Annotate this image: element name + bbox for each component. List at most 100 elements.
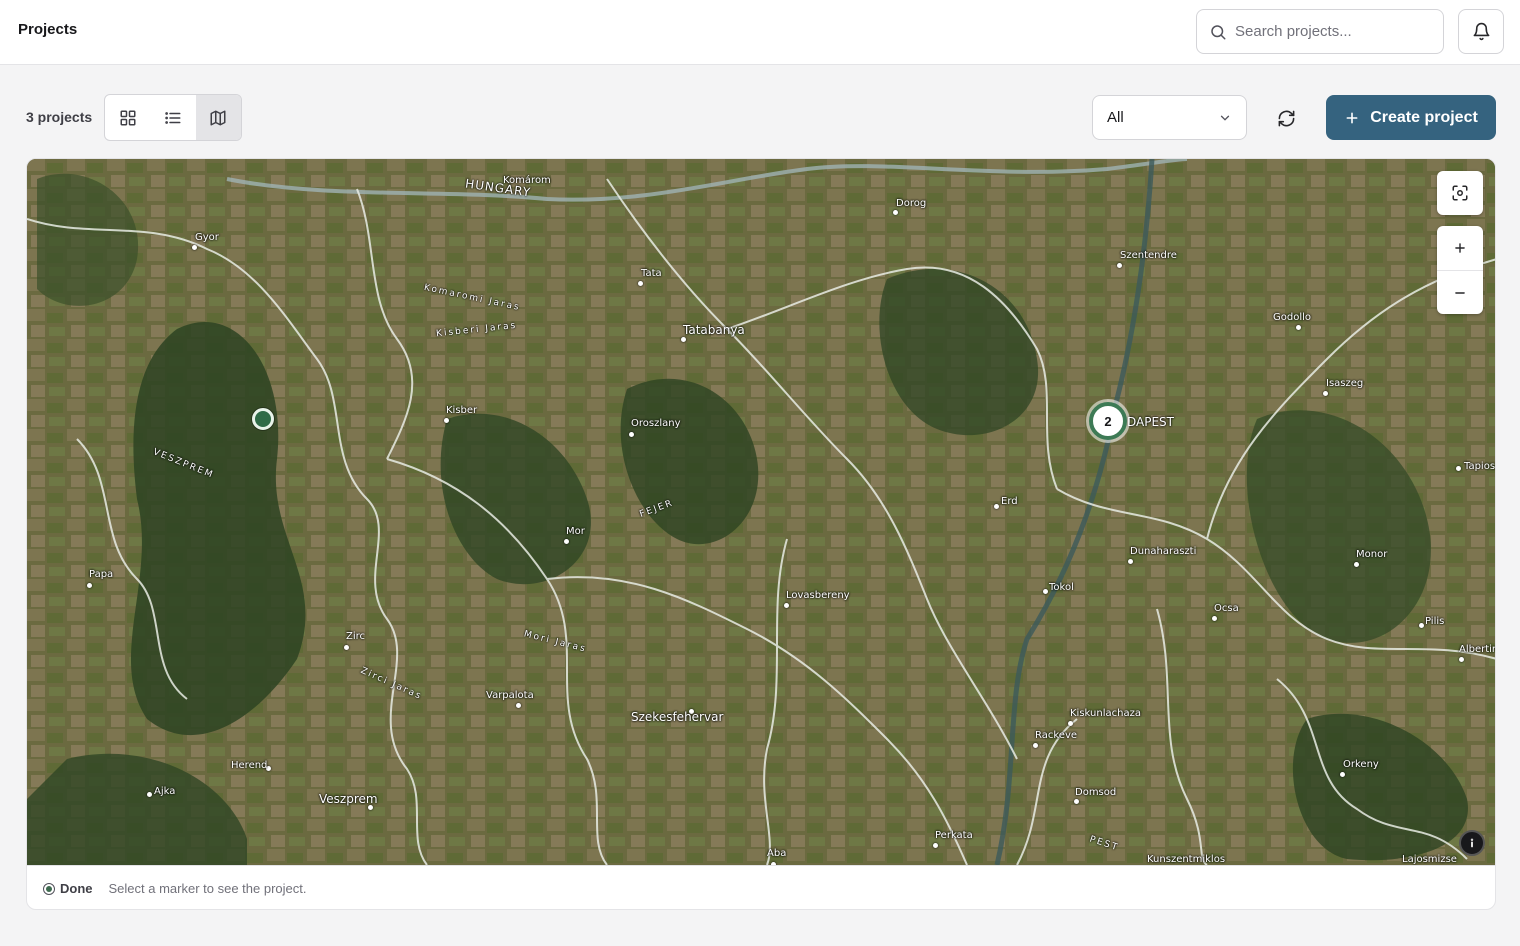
map-label-oroszlany: Oroszlany <box>631 418 681 429</box>
map-label-lajosmizse: Lajosmizse <box>1402 854 1457 865</box>
view-toggle <box>104 94 242 141</box>
map-label-monor: Monor <box>1356 549 1388 560</box>
map-label-godollo: Godollo <box>1273 312 1312 323</box>
map-label-kunszentmiklos: Kunszentmiklos <box>1147 854 1226 865</box>
map-label-kiskunlachaza: Kiskunlachaza <box>1070 708 1141 719</box>
search-box[interactable] <box>1196 9 1444 54</box>
map-dot <box>1043 589 1048 594</box>
fit-bounds-button[interactable] <box>1437 171 1483 215</box>
map-dot <box>1068 721 1073 726</box>
map-dot <box>344 645 349 650</box>
map-dot <box>681 337 686 342</box>
notifications-button[interactable] <box>1458 9 1504 54</box>
search-icon <box>1211 24 1226 39</box>
map-label-perkata: Perkata <box>935 830 973 841</box>
legend-status-label: Done <box>60 881 93 896</box>
zoom-control <box>1437 226 1483 314</box>
create-project-button[interactable]: Create project <box>1326 95 1496 140</box>
map-label-rackeve: Rackeve <box>1035 730 1078 741</box>
map-label-erd: Erd <box>1001 496 1018 507</box>
map-label-orkeny: Orkeny <box>1343 759 1379 770</box>
status-filter-select[interactable]: All <box>1092 95 1247 140</box>
map-dot <box>1340 772 1345 777</box>
map-label-gyor: Gyor <box>195 232 219 243</box>
list-view-button[interactable] <box>150 95 195 140</box>
map-label-varpalota: Varpalota <box>486 690 534 701</box>
map-dot <box>1354 562 1359 567</box>
attribution-button[interactable] <box>1459 830 1485 856</box>
page-title: Projects <box>18 21 78 38</box>
refresh-button[interactable] <box>1266 98 1306 138</box>
map-dot <box>1033 743 1038 748</box>
project-marker[interactable] <box>252 408 274 430</box>
legend-hint: Select a marker to see the project. <box>108 881 307 896</box>
map-dot <box>1456 466 1461 471</box>
map-label-isaszeg: Isaszeg <box>1326 378 1364 389</box>
map-dot <box>1212 616 1217 621</box>
map-label-mor: Mor <box>566 526 585 537</box>
map-label-herend: Herend <box>231 760 268 771</box>
map-dot <box>638 281 643 286</box>
map-label-ajka: Ajka <box>154 786 176 797</box>
map-label-lovasbereny: Lovasbereny <box>786 590 850 601</box>
map-label-papa: Papa <box>89 569 114 580</box>
plus-icon <box>1346 112 1358 123</box>
refresh-icon <box>1278 110 1294 126</box>
map-label-kisber: Kisber <box>446 405 478 416</box>
top-bar: Projects <box>0 0 1520 65</box>
grid-view-button[interactable] <box>105 95 150 140</box>
map-dot <box>564 539 569 544</box>
info-icon <box>1470 838 1474 848</box>
grid-icon <box>120 110 136 125</box>
map-dot <box>1128 559 1133 564</box>
zoom-out-button[interactable] <box>1437 270 1483 314</box>
create-project-label: Create project <box>1370 108 1478 126</box>
map-dot <box>192 245 197 250</box>
map-dot <box>1419 623 1424 628</box>
search-input[interactable] <box>1235 23 1425 40</box>
map-dot <box>1074 799 1079 804</box>
chevron-down-icon <box>1220 115 1230 121</box>
map-dot <box>444 418 449 423</box>
map-label-pilis: Pilis <box>1425 616 1445 627</box>
map-dot <box>893 210 898 215</box>
focus-icon <box>1452 185 1468 201</box>
map-dot <box>784 603 789 608</box>
list-icon <box>165 111 181 124</box>
zoom-in-button[interactable] <box>1437 226 1483 270</box>
map-dot <box>994 504 999 509</box>
map-dot <box>516 703 521 708</box>
map-dot <box>1296 325 1301 330</box>
map-label-tata: Tata <box>641 268 662 279</box>
done-status-icon <box>43 882 55 895</box>
map-card: Komárom HUNGARY Dorog Gyor Tata Szentend… <box>26 158 1496 910</box>
map-legend: Done Select a marker to see the project. <box>27 865 1495 909</box>
map-dot <box>933 843 938 848</box>
map-label-tatabanya: Tatabanya <box>683 323 745 337</box>
map-label-domsod: Domsod <box>1075 787 1117 798</box>
map-label-ocsa: Ocsa <box>1214 603 1239 614</box>
map-label-zirc: Zirc <box>346 631 366 642</box>
project-count: 3 projects <box>26 109 93 125</box>
map-label-veszprem: Veszprem <box>319 792 378 806</box>
project-cluster-marker[interactable]: 2 <box>1089 402 1127 440</box>
plus-icon <box>1455 243 1465 253</box>
map-label-dunaharaszti: Dunaharaszti <box>1130 546 1197 557</box>
map-label-tokol: Tokol <box>1049 582 1074 593</box>
map-icon <box>210 110 226 125</box>
map-view-button[interactable] <box>195 95 241 140</box>
map-dot <box>1323 391 1328 396</box>
map-label-tapiosz: Tapiosz <box>1464 461 1496 472</box>
map-dot <box>1117 263 1122 268</box>
map-dot <box>87 583 92 588</box>
map-canvas[interactable]: Komárom HUNGARY Dorog Gyor Tata Szentend… <box>27 159 1496 865</box>
cluster-count: 2 <box>1104 413 1112 429</box>
map-dot <box>147 792 152 797</box>
map-label-szekesfehervar: Szekesfehervar <box>631 710 724 724</box>
map-label-szentendre: Szentendre <box>1120 250 1177 261</box>
toolbar: 3 projects All Create project <box>0 94 1520 142</box>
map-dot <box>629 432 634 437</box>
minus-icon <box>1455 291 1465 294</box>
map-label-dorog: Dorog <box>896 198 927 209</box>
map-dot <box>1459 657 1464 662</box>
